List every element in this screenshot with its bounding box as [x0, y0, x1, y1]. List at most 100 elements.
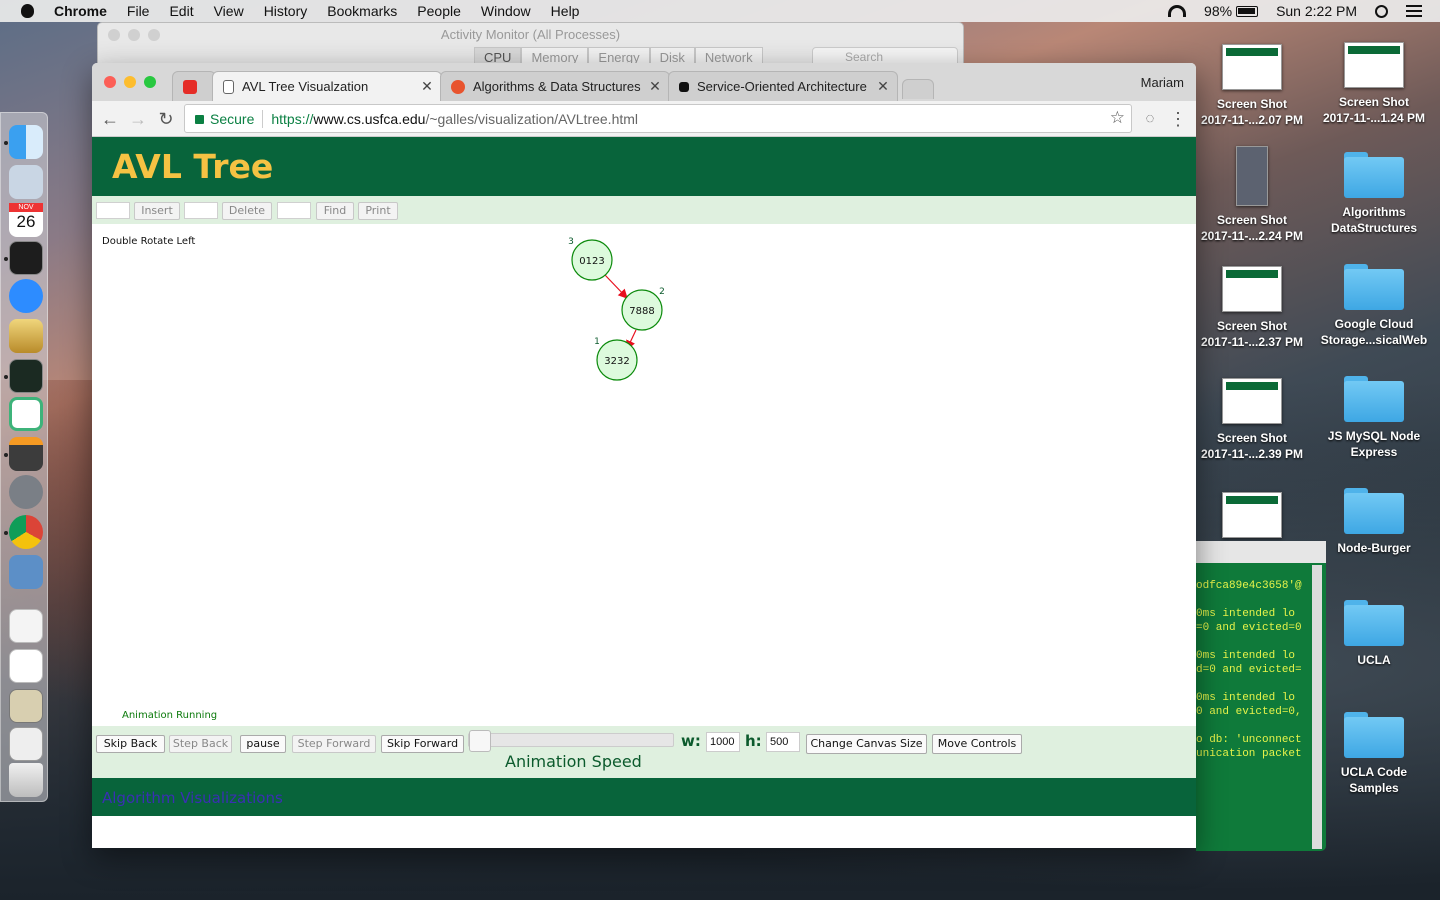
url-path: /~galles/visualization/AVLtree.html: [425, 110, 639, 127]
youtube-icon: [183, 79, 197, 94]
canvas-width-input[interactable]: 1000: [706, 732, 740, 752]
insert-button[interactable]: Insert: [134, 202, 180, 220]
terminal-scrollbar[interactable]: [1312, 565, 1322, 849]
desktop-folder[interactable]: JS MySQL Node Express: [1319, 376, 1429, 460]
zoom-window-button[interactable]: [144, 76, 156, 88]
document-icon[interactable]: [9, 609, 43, 643]
close-tab-icon[interactable]: ✕: [875, 78, 891, 95]
change-canvas-size-button[interactable]: Change Canvas Size: [806, 734, 927, 754]
forward-icon[interactable]: →: [128, 109, 148, 129]
running-indicator: [4, 375, 8, 379]
calendar-icon[interactable]: NOV 26: [9, 203, 43, 237]
minimize-window-button[interactable]: [124, 76, 136, 88]
move-controls-button[interactable]: Move Controls: [932, 734, 1022, 754]
desktop-file[interactable]: Screen Shot 2017-11-...2.37 PM: [1197, 266, 1307, 350]
desktop-folder[interactable]: Google Cloud Storage...sicalWeb: [1319, 264, 1429, 348]
running-indicator: [4, 453, 8, 457]
menu-kebab-icon[interactable]: ⋮: [1168, 109, 1188, 129]
terminal-icon[interactable]: [9, 241, 43, 275]
battery-percent[interactable]: 98%: [1204, 3, 1232, 19]
slack-icon[interactable]: [9, 397, 43, 431]
desktop-file[interactable]: Screen Shot 2017-11-...2.07 PM: [1197, 44, 1307, 128]
find-button[interactable]: Find: [316, 202, 354, 220]
desktop-folder[interactable]: UCLA Code Samples: [1319, 712, 1429, 796]
menu-window[interactable]: Window: [481, 3, 531, 19]
screenshot-thumbnail-icon: [1236, 146, 1268, 206]
step-back-button[interactable]: Step Back: [169, 735, 232, 753]
preview-icon[interactable]: [9, 555, 43, 589]
algorithm-visualizations-link[interactable]: Algorithm Visualizations: [102, 789, 283, 807]
profile-button[interactable]: Mariam: [1141, 75, 1184, 90]
spotlight-search-icon[interactable]: [1375, 4, 1388, 18]
close-tab-icon[interactable]: ✕: [647, 78, 663, 95]
step-forward-button[interactable]: Step Forward: [292, 735, 376, 753]
desktop-file[interactable]: Screen Shot 2017-11-...1.24 PM: [1319, 42, 1429, 126]
menu-view[interactable]: View: [214, 3, 244, 19]
calendar-month: NOV: [9, 203, 43, 212]
animation-speed-slider[interactable]: [468, 730, 674, 752]
find-value-input[interactable]: [277, 202, 311, 219]
downloads-stack-icon[interactable]: [9, 727, 43, 761]
blank-document-icon[interactable]: [9, 649, 43, 683]
close-tab-icon[interactable]: ✕: [419, 78, 435, 95]
menu-history[interactable]: History: [264, 3, 308, 19]
skip-forward-button[interactable]: Skip Forward: [381, 735, 464, 753]
reload-icon[interactable]: ↻: [156, 109, 176, 129]
desktop-folder[interactable]: UCLA: [1319, 600, 1429, 668]
calendar-day: 26: [16, 212, 36, 231]
tab-algorithms[interactable]: Algorithms & Data Structures ✕: [440, 71, 670, 101]
running-indicator: [4, 531, 8, 535]
zoom-icon[interactable]: [9, 279, 43, 313]
chrome-window: AVL Tree Visualzation ✕ Algorithms & Dat…: [92, 63, 1196, 848]
notification-center-icon[interactable]: [1406, 5, 1422, 17]
slider-thumb[interactable]: [469, 730, 491, 752]
menu-edit[interactable]: Edit: [169, 3, 193, 19]
tab-youtube[interactable]: [172, 71, 216, 101]
print-button[interactable]: Print: [358, 202, 398, 220]
desktop-file[interactable]: Screen Shot 2017-11-...2.24 PM: [1197, 146, 1307, 244]
menu-file[interactable]: File: [127, 3, 150, 19]
menu-bookmarks[interactable]: Bookmarks: [327, 3, 397, 19]
insert-value-input[interactable]: [96, 202, 130, 219]
visualization-canvas[interactable]: Double Rotate Left 0123 3 7888 2 3232 1 …: [92, 224, 1196, 726]
close-window-button[interactable]: [104, 76, 116, 88]
tab-avl-tree[interactable]: AVL Tree Visualzation ✕: [212, 71, 442, 101]
skip-back-button[interactable]: Skip Back: [96, 735, 165, 753]
database-icon[interactable]: [9, 319, 43, 353]
pause-button[interactable]: pause: [240, 735, 286, 753]
terminal-titlebar[interactable]: [1196, 541, 1326, 563]
canvas-height-input[interactable]: 500: [766, 732, 800, 752]
back-icon[interactable]: ←: [100, 109, 120, 129]
delete-button[interactable]: Delete: [222, 202, 272, 220]
menu-help[interactable]: Help: [551, 3, 580, 19]
clock[interactable]: Sun 2:22 PM: [1276, 3, 1357, 19]
delete-value-input[interactable]: [184, 202, 218, 219]
desktop-file[interactable]: Screen Shot 2017-11-...2.39 PM: [1197, 378, 1307, 462]
menu-app-name[interactable]: Chrome: [54, 3, 107, 19]
tab-soa[interactable]: Service-Oriented Architecture ✕: [668, 71, 898, 101]
battery-icon[interactable]: [1236, 5, 1259, 17]
desktop-file[interactable]: [1197, 492, 1307, 544]
url-scheme: https://: [271, 110, 314, 127]
page-title: AVL Tree: [112, 147, 274, 186]
bookmark-star-icon[interactable]: ☆: [1110, 108, 1125, 128]
desktop-folder[interactable]: Node-Burger: [1319, 488, 1429, 556]
desktop-folder[interactable]: Algorithms DataStructures: [1319, 152, 1429, 236]
chrome-icon[interactable]: [9, 515, 43, 549]
sublime-text-icon[interactable]: [9, 437, 43, 471]
wifi-icon[interactable]: [1168, 5, 1187, 17]
trash-icon[interactable]: [9, 763, 43, 797]
system-preferences-icon[interactable]: [9, 475, 43, 509]
activity-monitor-icon[interactable]: [9, 359, 43, 393]
node-key: 3232: [604, 356, 629, 367]
extension-icon[interactable]: ◌: [1140, 109, 1160, 129]
terminal-window[interactable]: odfca89e4c3658'@ 0ms intended lo =0 and …: [1196, 541, 1326, 851]
screenshot-stack-icon[interactable]: [9, 689, 43, 723]
launchpad-icon[interactable]: [9, 165, 43, 199]
new-tab-button[interactable]: [902, 79, 934, 99]
finder-icon[interactable]: [9, 125, 43, 159]
menu-people[interactable]: People: [417, 3, 461, 19]
node-key: 0123: [579, 256, 604, 267]
address-bar[interactable]: Secure https:// www.cs.usfca.edu /~galle…: [184, 104, 1132, 133]
apple-icon[interactable]: [18, 0, 38, 22]
